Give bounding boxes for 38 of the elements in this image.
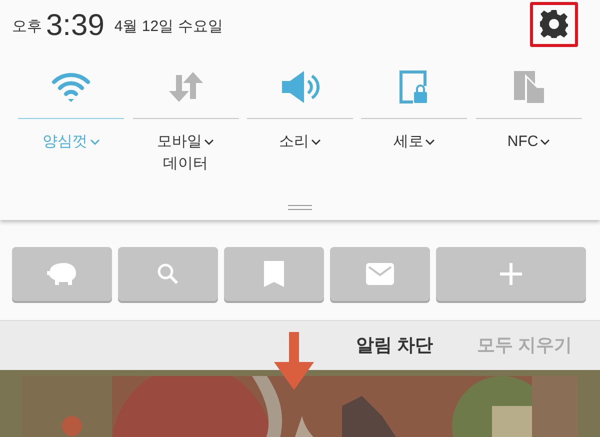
shortcut-button[interactable] bbox=[436, 247, 586, 301]
bookmark-icon bbox=[263, 260, 285, 288]
settings-icon bbox=[539, 9, 569, 39]
shortcut-button[interactable] bbox=[12, 247, 112, 301]
quick-toggle[interactable]: 소리 bbox=[244, 68, 356, 175]
down-arrow-annotation bbox=[274, 332, 314, 390]
toggle-label: 양심껏 bbox=[42, 132, 88, 152]
speaker-icon bbox=[280, 70, 320, 104]
shortcut-button[interactable] bbox=[330, 247, 430, 301]
toggle-label: NFC bbox=[507, 132, 538, 152]
shortcut-button[interactable] bbox=[224, 247, 324, 301]
am-pm: 오후 bbox=[12, 16, 42, 37]
quick-toggle[interactable]: 세로 bbox=[358, 68, 471, 175]
search-icon bbox=[157, 263, 179, 285]
clock: 3:39 bbox=[46, 8, 104, 44]
toggle-label: 모바일 bbox=[157, 132, 202, 152]
up-down-arrows-icon bbox=[166, 71, 205, 103]
piggy-bank-icon bbox=[46, 261, 78, 287]
wifi-icon bbox=[51, 71, 92, 103]
shortcut-button[interactable] bbox=[118, 247, 218, 301]
date: 4월 12일 수요일 bbox=[114, 16, 223, 37]
block-notifications-button[interactable]: 알림 차단 bbox=[356, 332, 433, 359]
mail-icon bbox=[366, 263, 394, 285]
plus-icon bbox=[500, 263, 522, 285]
chevron-down-icon bbox=[425, 139, 436, 145]
chevron-down-icon bbox=[90, 139, 100, 145]
portrait-lock-icon bbox=[399, 70, 430, 104]
toggle-label: 세로 bbox=[393, 132, 424, 152]
toggle-label: 데이터 bbox=[163, 154, 208, 174]
chevron-down-icon bbox=[540, 139, 550, 145]
chevron-down-icon bbox=[204, 139, 214, 145]
settings-button[interactable] bbox=[530, 2, 578, 46]
drag-handle[interactable] bbox=[288, 205, 312, 210]
quick-toggle[interactable]: NFC bbox=[472, 68, 586, 175]
nfc-icon bbox=[512, 70, 545, 104]
chevron-down-icon bbox=[311, 139, 322, 145]
toggle-label: 소리 bbox=[279, 132, 310, 152]
quick-toggle[interactable]: 모바일 데이터 bbox=[129, 68, 242, 175]
